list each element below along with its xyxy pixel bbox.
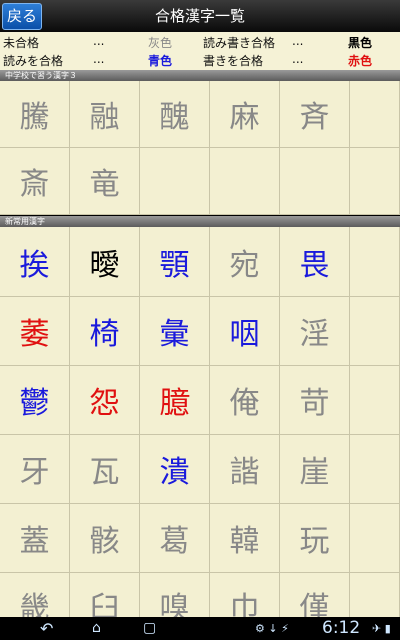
color-legend: 未合格 ... 灰色 読みを合格 ... 青色 読み書き合格 ... 黒色 書き… bbox=[0, 32, 400, 70]
back-button[interactable]: 戻る bbox=[2, 3, 42, 30]
kanji-grid: 挨曖顎宛畏萎椅彙咽淫鬱怨臆俺苛牙瓦潰諧崖蓋骸葛韓玩畿臼嗅巾僅 bbox=[0, 227, 400, 637]
system-navigation-bar: ↶ ⌂ ▢ ⚙ ↓ ⚡ 6:12 ✈ ▮ bbox=[0, 617, 400, 640]
kanji-cell[interactable]: 潰 bbox=[140, 435, 210, 504]
status-icons: ✈ ▮ bbox=[372, 622, 391, 635]
legend-dots: ... bbox=[292, 52, 304, 66]
kanji-cell[interactable]: 諧 bbox=[210, 435, 280, 504]
kanji-cell[interactable]: 骸 bbox=[70, 504, 140, 573]
kanji-cell[interactable]: 萎 bbox=[0, 297, 70, 366]
legend-dots: ... bbox=[93, 52, 105, 66]
kanji-cell[interactable]: 斎 bbox=[0, 148, 70, 215]
kanji-cell[interactable]: 崖 bbox=[280, 435, 350, 504]
legend-label: 読みを合格 bbox=[3, 54, 64, 68]
kanji-cell[interactable]: 葛 bbox=[140, 504, 210, 573]
back-icon[interactable]: ↶ bbox=[40, 617, 53, 640]
kanji-cell[interactable]: 竜 bbox=[70, 148, 140, 215]
kanji-cell[interactable] bbox=[350, 504, 400, 573]
title-bar: 合格漢字一覧 戻る bbox=[0, 0, 400, 32]
legend-label: 書きを合格 bbox=[203, 54, 264, 68]
clock: 6:12 bbox=[322, 618, 361, 638]
legend-color-red: 赤色 bbox=[348, 54, 373, 68]
legend-label: 読み書き合格 bbox=[203, 36, 276, 50]
kanji-cell[interactable]: 宛 bbox=[210, 227, 280, 297]
kanji-cell[interactable]: 畏 bbox=[280, 227, 350, 297]
kanji-cell[interactable]: 臆 bbox=[140, 366, 210, 435]
legend-color-black: 黒色 bbox=[348, 36, 373, 50]
section-header: 新常用漢字 bbox=[0, 216, 400, 227]
kanji-cell[interactable]: 椅 bbox=[70, 297, 140, 366]
kanji-cell[interactable]: 咽 bbox=[210, 297, 280, 366]
kanji-cell[interactable]: 瓦 bbox=[70, 435, 140, 504]
kanji-cell[interactable]: 蓋 bbox=[0, 504, 70, 573]
kanji-cell[interactable]: 俺 bbox=[210, 366, 280, 435]
kanji-cell[interactable] bbox=[350, 81, 400, 148]
kanji-cell[interactable] bbox=[140, 148, 210, 215]
kanji-cell[interactable]: 淫 bbox=[280, 297, 350, 366]
kanji-cell[interactable]: 融 bbox=[70, 81, 140, 148]
kanji-grid: 騰融醜麻斉斎竜 bbox=[0, 81, 400, 215]
page-title: 合格漢字一覧 bbox=[154, 7, 245, 25]
kanji-cell[interactable]: 彙 bbox=[140, 297, 210, 366]
legend-color-blue: 青色 bbox=[148, 54, 173, 68]
kanji-cell[interactable]: 騰 bbox=[0, 81, 70, 148]
kanji-cell[interactable]: 怨 bbox=[70, 366, 140, 435]
kanji-cell[interactable] bbox=[350, 366, 400, 435]
kanji-cell[interactable] bbox=[280, 148, 350, 215]
home-icon[interactable]: ⌂ bbox=[92, 617, 101, 640]
kanji-cell[interactable]: 玩 bbox=[280, 504, 350, 573]
kanji-cell[interactable] bbox=[350, 148, 400, 215]
kanji-cell[interactable]: 鬱 bbox=[0, 366, 70, 435]
kanji-cell[interactable]: 牙 bbox=[0, 435, 70, 504]
kanji-cell[interactable] bbox=[350, 297, 400, 366]
kanji-cell[interactable] bbox=[210, 148, 280, 215]
legend-dots: ... bbox=[292, 34, 304, 48]
recents-icon[interactable]: ▢ bbox=[143, 617, 156, 640]
legend-label: 未合格 bbox=[3, 36, 40, 50]
kanji-cell[interactable]: 韓 bbox=[210, 504, 280, 573]
kanji-cell[interactable]: 挨 bbox=[0, 227, 70, 297]
notification-icons: ⚙ ↓ ⚡ bbox=[255, 622, 289, 635]
kanji-cell[interactable]: 麻 bbox=[210, 81, 280, 148]
kanji-cell[interactable]: 曖 bbox=[70, 227, 140, 297]
section-header: 中学校で習う漢字３ bbox=[0, 70, 400, 81]
kanji-cell[interactable] bbox=[350, 227, 400, 297]
legend-color-gray: 灰色 bbox=[148, 36, 173, 50]
legend-dots: ... bbox=[93, 34, 105, 48]
kanji-cell[interactable] bbox=[350, 435, 400, 504]
kanji-cell[interactable]: 苛 bbox=[280, 366, 350, 435]
kanji-cell[interactable]: 顎 bbox=[140, 227, 210, 297]
kanji-cell[interactable]: 斉 bbox=[280, 81, 350, 148]
kanji-cell[interactable]: 醜 bbox=[140, 81, 210, 148]
